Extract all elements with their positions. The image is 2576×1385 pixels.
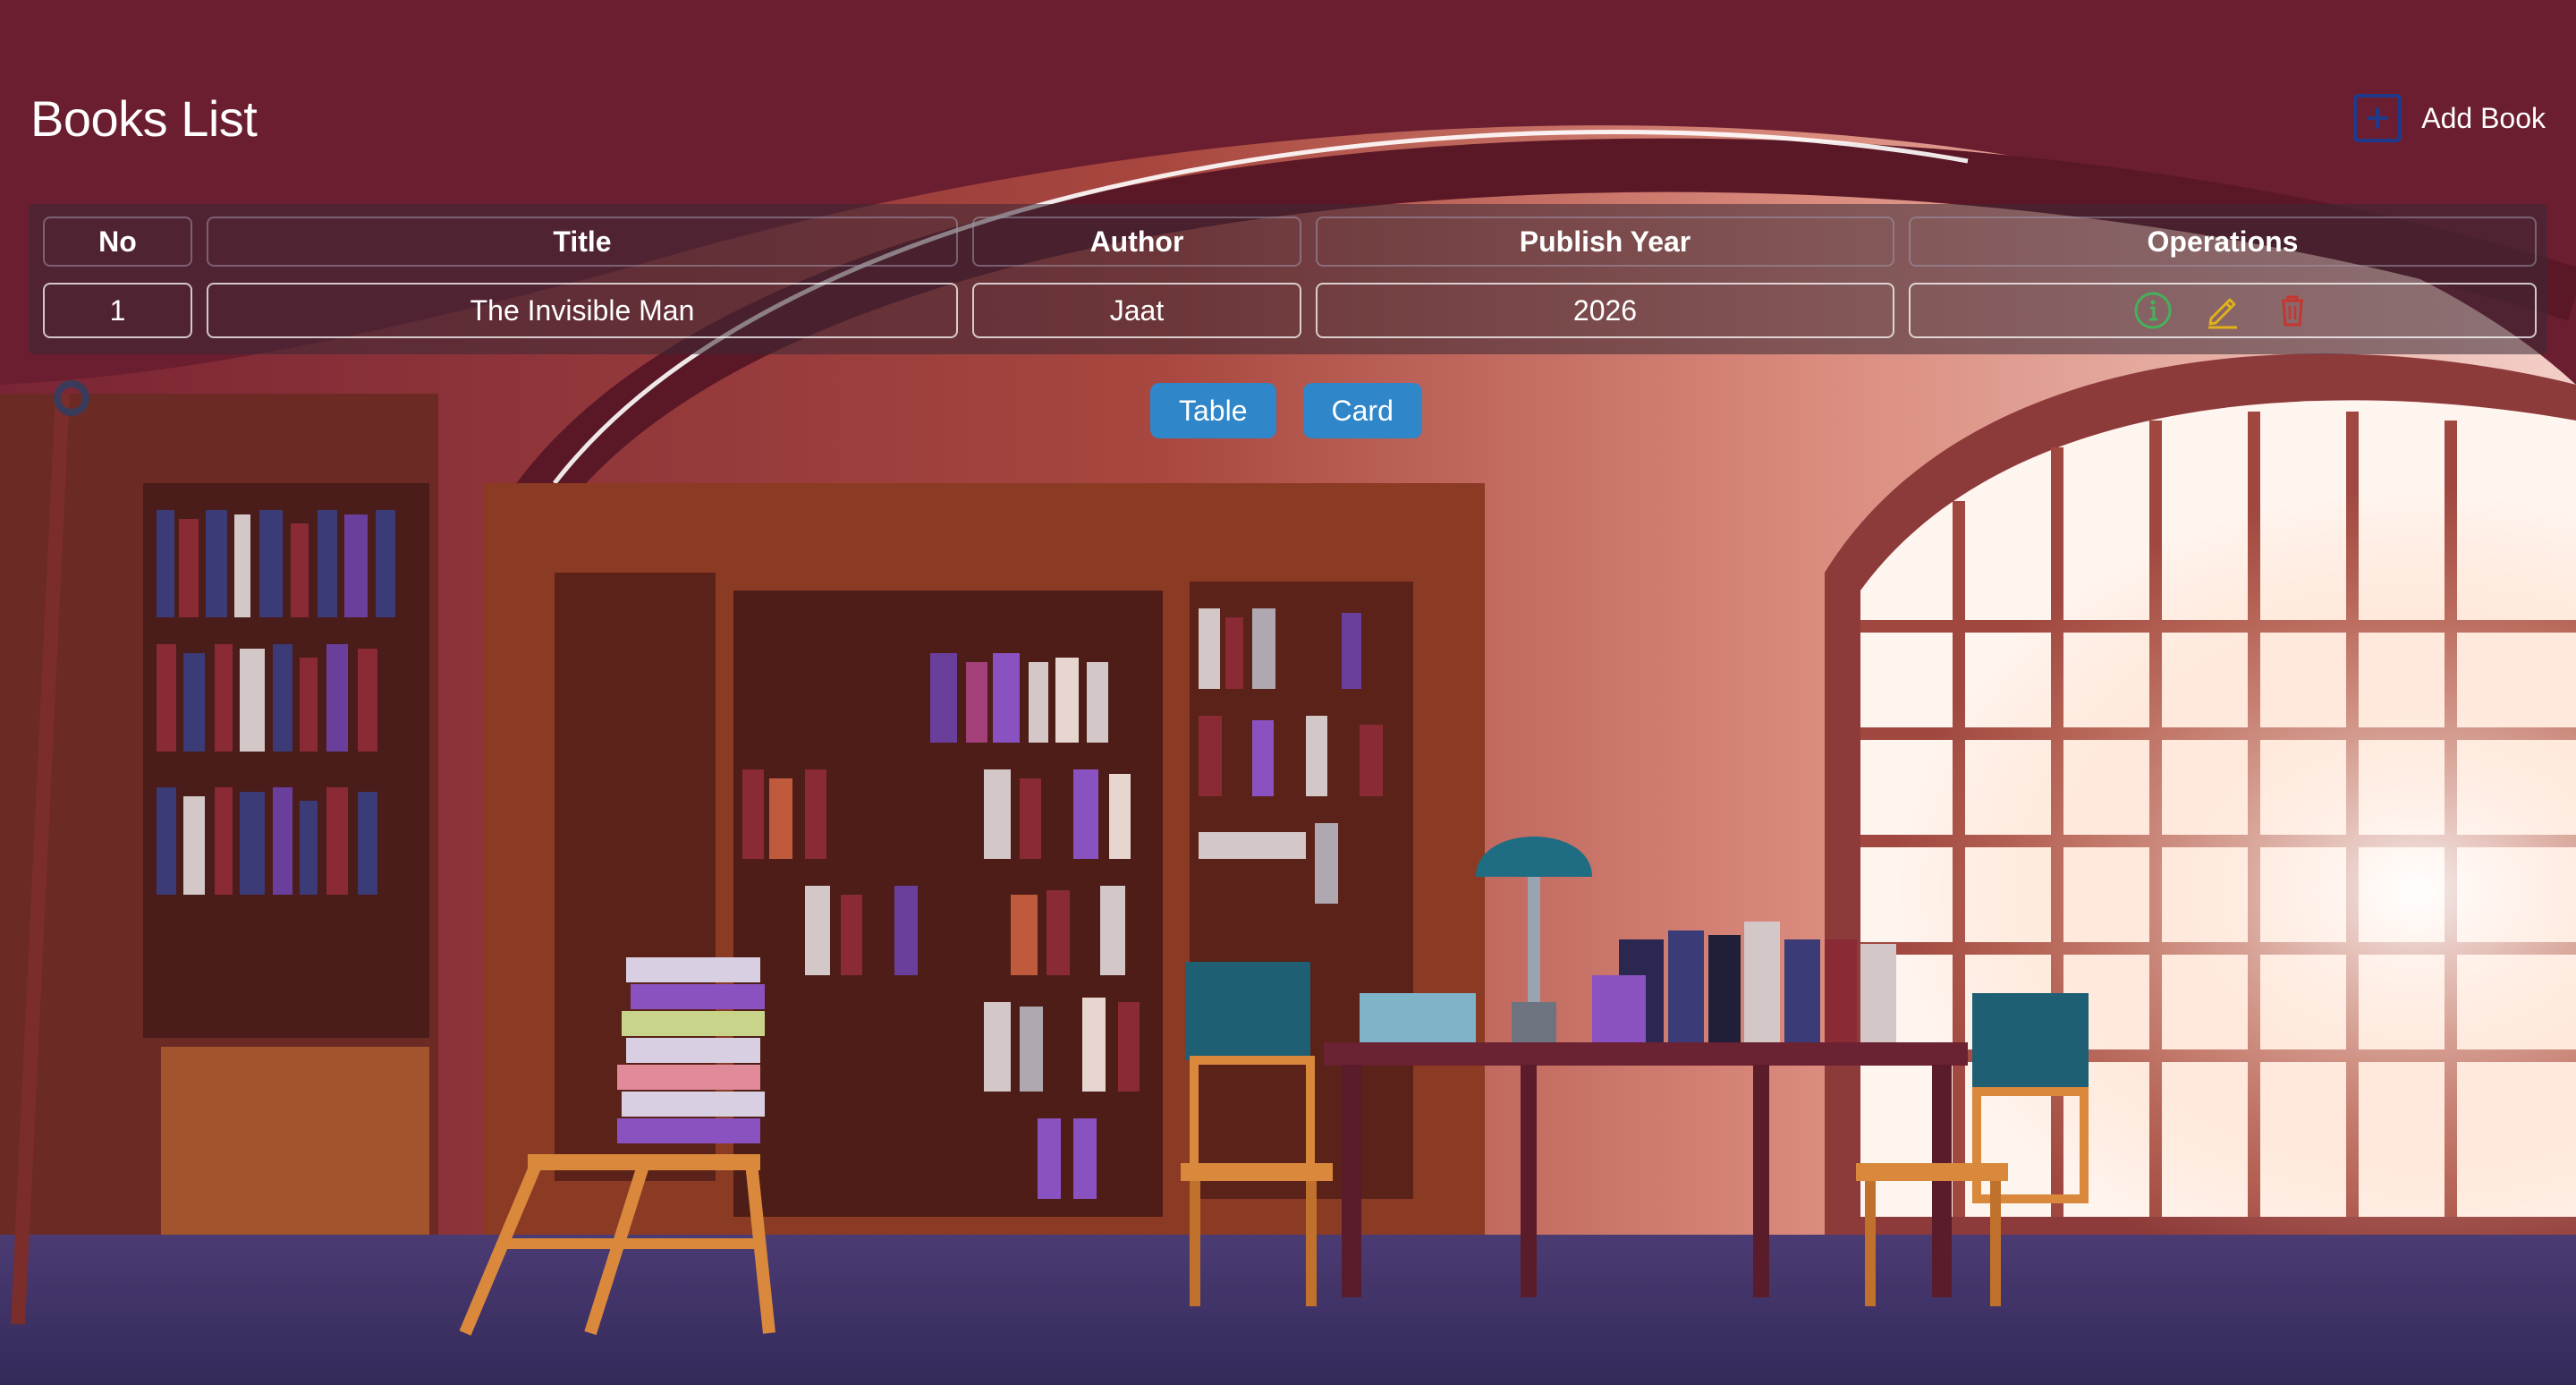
column-header-author: Author [972, 217, 1301, 267]
add-book-label: Add Book [2421, 101, 2546, 134]
delete-icon[interactable] [2273, 291, 2312, 330]
table-header-row: No Title Author Publish Year Operations [43, 217, 2537, 267]
column-header-publish-year: Publish Year [1316, 217, 1894, 267]
column-header-no: No [43, 217, 192, 267]
table-view-button[interactable]: Table [1150, 383, 1276, 438]
table-row: 1 The Invisible Man Jaat 2026 [43, 283, 2537, 338]
cell-publish-year: 2026 [1316, 283, 1894, 338]
plus-square-icon[interactable] [2353, 94, 2402, 142]
view-toggle: Table Card [1150, 383, 1422, 438]
column-header-title: Title [207, 217, 958, 267]
cell-no: 1 [43, 283, 192, 338]
page-header: Books List Add Book [30, 82, 2546, 154]
card-view-button[interactable]: Card [1302, 383, 1422, 438]
edit-icon[interactable] [2203, 291, 2242, 330]
info-icon[interactable] [2133, 291, 2173, 330]
cell-operations [1909, 283, 2537, 338]
books-table-panel: No Title Author Publish Year Operations … [29, 204, 2547, 354]
add-book-button[interactable]: Add Book [2353, 94, 2546, 142]
books-table: No Title Author Publish Year Operations … [29, 200, 2551, 354]
cell-title: The Invisible Man [207, 283, 958, 338]
row-operations [1911, 291, 2535, 330]
page-title: Books List [30, 89, 258, 147]
column-header-operations: Operations [1909, 217, 2537, 267]
cell-author: Jaat [972, 283, 1301, 338]
